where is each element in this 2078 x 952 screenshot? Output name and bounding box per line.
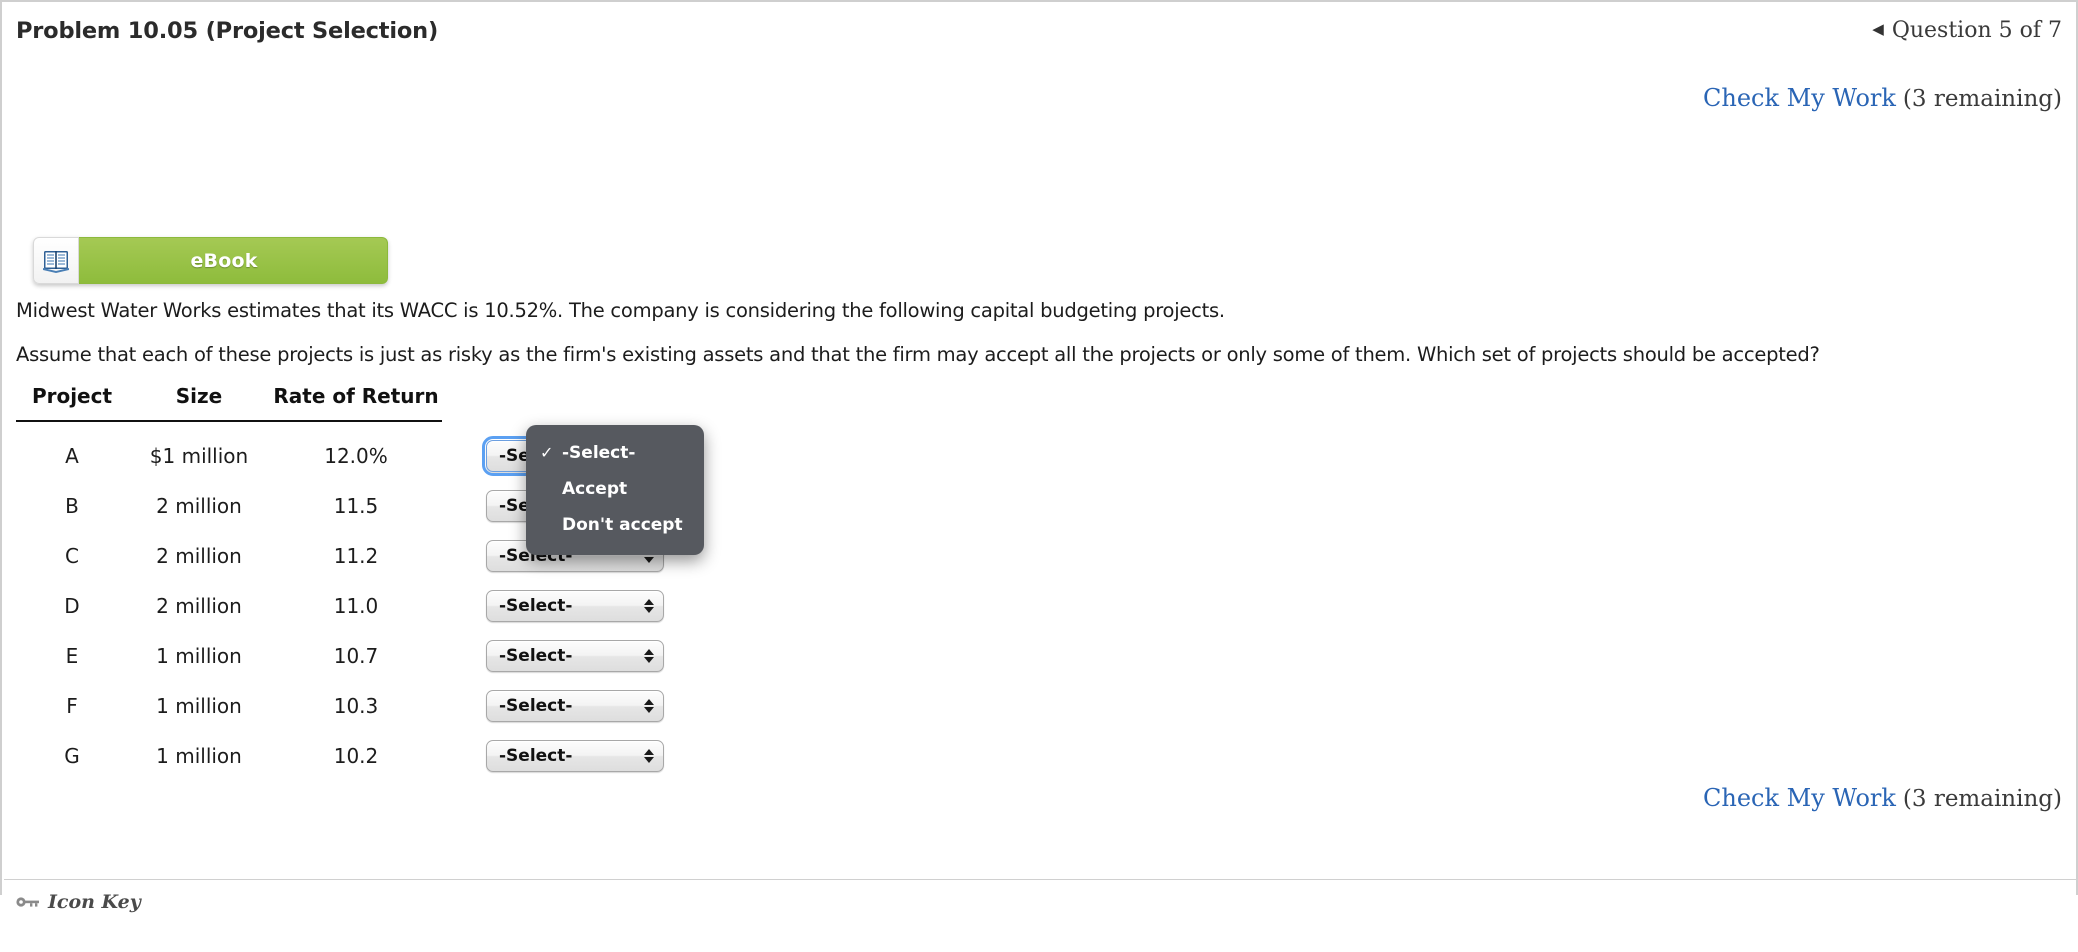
cell-size: 1 million bbox=[156, 694, 242, 718]
cell-rate-of-return: 11.0 bbox=[333, 594, 379, 618]
dropdown-option[interactable]: ✓Accept bbox=[526, 471, 704, 507]
cell-project: A bbox=[65, 444, 79, 468]
cell-selection: -Select- bbox=[442, 681, 707, 731]
cell-rate-of-return: 11.2 bbox=[333, 544, 379, 568]
problem-paragraph-1: Midwest Water Works estimates that its W… bbox=[16, 299, 1225, 322]
table-row: G 1 million 10.2 -Select- bbox=[16, 731, 707, 781]
footer-divider bbox=[4, 879, 2078, 880]
select-project-g[interactable]: -Select- bbox=[486, 740, 664, 772]
cell-project: E bbox=[65, 644, 79, 668]
page-header: Problem 10.05 (Project Selection) ◀ Ques… bbox=[0, 0, 2078, 61]
check-my-work-link-bottom[interactable]: Check My Work bbox=[1703, 784, 1896, 812]
cell-project: G bbox=[64, 744, 80, 768]
cell-selection: -Select- bbox=[442, 731, 707, 781]
projects-table-head: Project Size Rate of Return bbox=[16, 384, 707, 422]
problem-paragraph-2: Assume that each of these projects is ju… bbox=[16, 343, 1820, 366]
check-my-work-remaining-bottom: (3 remaining) bbox=[1902, 786, 2062, 812]
column-header-selection bbox=[442, 384, 707, 421]
page-title: Problem 10.05 (Project Selection) bbox=[16, 17, 439, 44]
select-project-d[interactable]: -Select- bbox=[486, 590, 664, 622]
cell-size: 2 million bbox=[156, 594, 242, 618]
table-row: E 1 million 10.7 -Select- bbox=[16, 631, 707, 681]
cell-size: $1 million bbox=[149, 444, 249, 468]
check-icon-placeholder: ✓ bbox=[540, 517, 558, 533]
cell-size: 2 million bbox=[156, 494, 242, 518]
cell-project: B bbox=[65, 494, 79, 518]
ebook-icon-container bbox=[33, 237, 79, 284]
dropdown-option[interactable]: ✓ -Select- bbox=[526, 435, 704, 471]
check-my-work-remaining-top: (3 remaining) bbox=[1902, 86, 2062, 112]
check-my-work-top: Check My Work (3 remaining) bbox=[1703, 84, 2062, 112]
select-value: -Select- bbox=[499, 596, 573, 616]
ebook-label: eBook bbox=[190, 249, 258, 272]
key-icon bbox=[16, 897, 39, 907]
content-area: Check My Work (3 remaining) eBook Midwes… bbox=[0, 59, 2078, 913]
check-icon: ✓ bbox=[540, 443, 554, 462]
dropdown-option-label: -Select- bbox=[562, 443, 636, 463]
table-row: F 1 million 10.3 -Select- bbox=[16, 681, 707, 731]
chevron-updown-icon bbox=[644, 599, 654, 613]
cell-size: 1 million bbox=[156, 644, 242, 668]
icon-key[interactable]: Icon Key bbox=[16, 891, 141, 913]
dropdown-option-label: Don't accept bbox=[562, 515, 683, 535]
ebook-button-bar[interactable]: eBook bbox=[79, 237, 388, 284]
icon-key-label: Icon Key bbox=[48, 891, 141, 913]
dropdown-option[interactable]: ✓Don't accept bbox=[526, 507, 704, 543]
select-value: -Select- bbox=[499, 646, 573, 666]
select-value: -Select- bbox=[499, 746, 573, 766]
ebook-button[interactable]: eBook bbox=[33, 237, 388, 284]
problem-page: Problem 10.05 (Project Selection) ◀ Ques… bbox=[0, 0, 2078, 952]
cell-selection: -Select- bbox=[442, 631, 707, 681]
cell-rate-of-return: 12.0% bbox=[324, 444, 388, 468]
chevron-updown-icon bbox=[644, 699, 654, 713]
column-header-project: Project bbox=[16, 384, 128, 422]
cell-rate-of-return: 11.5 bbox=[333, 494, 379, 518]
cell-size: 2 million bbox=[156, 544, 242, 568]
select-value: -Select- bbox=[499, 696, 573, 716]
table-header-row: Project Size Rate of Return bbox=[16, 384, 707, 422]
cell-project: F bbox=[66, 694, 78, 718]
cell-rate-of-return: 10.3 bbox=[333, 694, 379, 718]
cell-rate-of-return: 10.7 bbox=[333, 644, 379, 668]
column-header-size: Size bbox=[128, 384, 270, 422]
chevron-updown-icon bbox=[644, 649, 654, 663]
check-my-work-bottom: Check My Work (3 remaining) bbox=[1703, 784, 2062, 812]
check-my-work-link-top[interactable]: Check My Work bbox=[1703, 84, 1896, 112]
triangle-left-icon[interactable]: ◀ bbox=[1872, 22, 1884, 37]
cell-size: 1 million bbox=[156, 744, 242, 768]
select-dropdown-popup[interactable]: ✓-Select-✓Accept✓Don't accept bbox=[526, 425, 704, 555]
cell-project: C bbox=[65, 544, 79, 568]
open-book-icon bbox=[43, 250, 69, 273]
chevron-updown-icon bbox=[644, 749, 654, 763]
cell-rate-of-return: 10.2 bbox=[333, 744, 379, 768]
check-icon-placeholder: ✓ bbox=[540, 481, 558, 497]
question-navigation[interactable]: ◀ Question 5 of 7 bbox=[1872, 18, 2062, 43]
cell-project: D bbox=[64, 594, 80, 618]
select-project-e[interactable]: -Select- bbox=[486, 640, 664, 672]
table-row: D 2 million 11.0 -Select- bbox=[16, 581, 707, 631]
column-header-rate-of-return: Rate of Return bbox=[270, 384, 442, 422]
select-project-f[interactable]: -Select- bbox=[486, 690, 664, 722]
question-counter: Question 5 of 7 bbox=[1891, 18, 2062, 43]
cell-selection: -Select- bbox=[442, 581, 707, 631]
dropdown-option-label: Accept bbox=[562, 479, 628, 499]
